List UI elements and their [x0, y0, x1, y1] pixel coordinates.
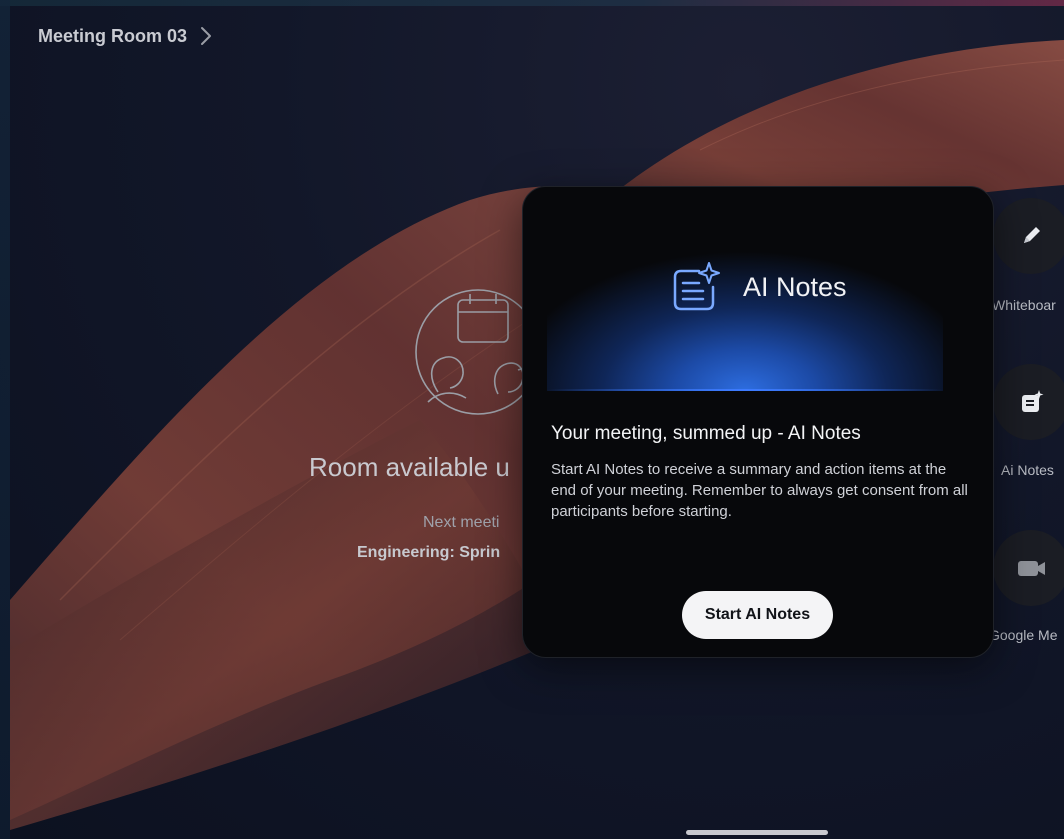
ai-notes-side-button[interactable]: [993, 364, 1064, 440]
ai-notes-icon: [673, 262, 720, 311]
chevron-right-icon: [201, 27, 212, 45]
ai-notes-side-label: Ai Notes: [1001, 462, 1054, 478]
video-camera-icon: [1018, 561, 1045, 576]
ai-notes-dialog: AI Notes Your meeting, summed up - AI No…: [522, 186, 994, 658]
google-meet-label: Google Me: [989, 627, 1058, 643]
whiteboard-button[interactable]: [993, 198, 1064, 274]
pencil-icon: [1024, 227, 1040, 243]
room-name: Meeting Room 03: [38, 25, 188, 46]
dialog-glow-line: [547, 389, 943, 391]
home-indicator[interactable]: [686, 830, 828, 835]
whiteboard-label: Whiteboar: [992, 297, 1056, 313]
dialog-header: AI Notes: [669, 261, 847, 313]
room-availability-text: Room available u: [309, 452, 510, 482]
ai-notes-icon: [1022, 390, 1044, 412]
next-meeting-name: Engineering: Sprin: [357, 544, 501, 561]
dialog-heading: Your meeting, summed up - AI Notes: [551, 423, 861, 444]
google-meet-button[interactable]: [993, 530, 1064, 606]
dialog-description: Start AI Notes to receive a summary and …: [551, 461, 968, 520]
room-title[interactable]: Meeting Room 03: [38, 25, 213, 47]
dialog-title: AI Notes: [743, 271, 847, 302]
next-meeting-label: Next meeti: [423, 514, 500, 531]
start-ai-notes-button[interactable]: Start AI Notes: [682, 591, 833, 639]
home-screen: Meeting Room 03 Room available u Next me…: [0, 0, 1064, 839]
left-edge-strip: [0, 0, 10, 839]
